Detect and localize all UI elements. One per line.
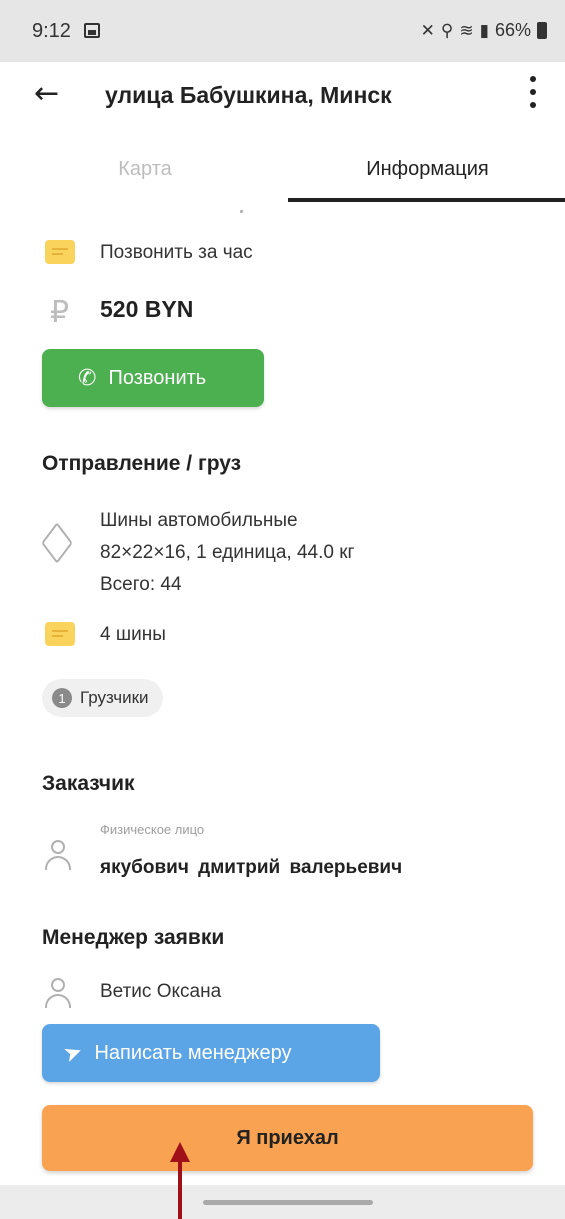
manager-section-title: Менеджер заявки (42, 926, 225, 949)
active-tab-indicator (288, 198, 565, 202)
person-icon (44, 978, 72, 1010)
wifi-icon: ≋ (459, 20, 474, 41)
person-icon (44, 840, 72, 872)
call-button-label: Позвонить (108, 366, 207, 389)
telegram-send-icon: ➤ (60, 1038, 87, 1068)
app-bar: ← улица Бабушкина, Минск (0, 62, 565, 130)
cargo-comment: 4 шины (100, 624, 166, 645)
loaders-chip-label: Грузчики (80, 688, 149, 707)
order-comment: Позвонить за час (100, 242, 253, 263)
home-indicator[interactable] (203, 1200, 373, 1205)
cargo-total: Всего: 44 (100, 574, 182, 595)
phone-icon: ✆ (78, 365, 97, 391)
ruble-icon: ₽ (50, 295, 70, 330)
status-time: 9:12 (32, 20, 71, 42)
manager-name: Ветис Оксана (100, 981, 222, 1002)
cargo-name: Шины автомобильные (100, 510, 298, 531)
cargo-section-title: Отправление / груз (42, 452, 242, 475)
tab-bar: Карта Информация (0, 138, 565, 204)
order-price: 520 BYN (100, 296, 194, 322)
status-bar: 9:12 ✕ ⚲ ≋ ▮ 66% (0, 0, 565, 62)
cargo-details: Шины автомобильные 82×22×16, 1 единица, … (100, 505, 354, 601)
battery-percent: 66% (494, 20, 531, 40)
status-icons: ✕ ⚲ ≋ ▮ 66% (421, 20, 547, 41)
gallery-notification-icon (84, 23, 100, 38)
back-arrow-icon[interactable]: ← (34, 76, 59, 111)
comment-icon (45, 240, 75, 264)
message-manager-button[interactable]: ➤ Написать менеджеру (42, 1024, 380, 1082)
package-icon (41, 522, 73, 564)
arrived-button[interactable]: Я приехал (42, 1105, 533, 1171)
tab-information[interactable]: Информация (290, 138, 565, 204)
signal-icon: ▮ (479, 20, 489, 41)
customer-name: якубович дмитрий валерьевич (100, 857, 403, 878)
arrived-button-label: Я приехал (236, 1126, 339, 1149)
message-manager-label: Написать менеджеру (94, 1041, 292, 1064)
loaders-chip: 1 Грузчики (42, 679, 163, 717)
cargo-dimensions: 82×22×16, 1 единица, 44.0 кг (100, 542, 355, 563)
scroll-cut-marker (240, 210, 243, 213)
battery-icon (537, 22, 547, 39)
page-title: улица Бабушкина, Минск (105, 82, 392, 108)
annotation-arrow-shaft (178, 1158, 182, 1219)
customer-section-title: Заказчик (42, 772, 135, 795)
location-icon: ⚲ (440, 20, 454, 41)
customer-type-label: Физическое лицо (100, 822, 205, 837)
tab-map[interactable]: Карта (0, 138, 290, 204)
loaders-count-badge: 1 (52, 688, 72, 708)
call-button[interactable]: ✆ Позвонить (42, 349, 264, 407)
mute-icon: ✕ (420, 20, 435, 41)
annotation-arrow-head (170, 1142, 190, 1162)
more-options-icon[interactable] (529, 76, 537, 108)
comment-icon (45, 622, 75, 646)
